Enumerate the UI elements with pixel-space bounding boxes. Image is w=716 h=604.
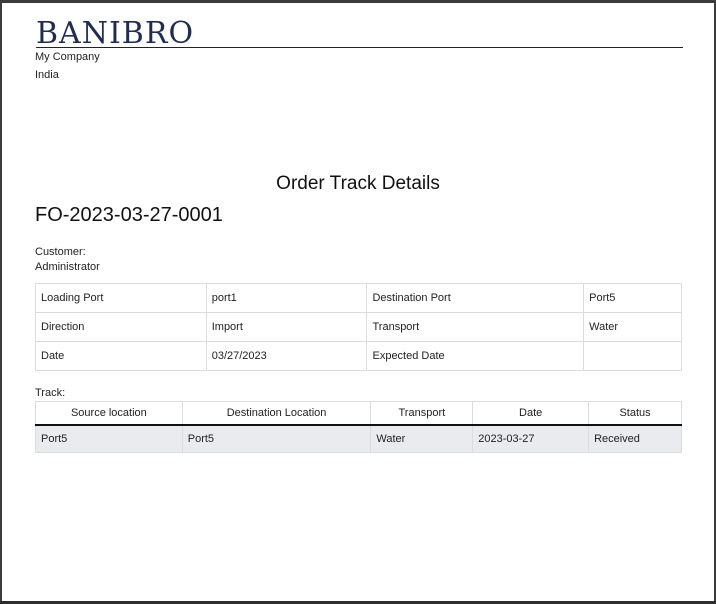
info-value: port1 <box>205 283 368 313</box>
column-header: Transport <box>370 401 474 426</box>
header-divider <box>36 47 683 48</box>
company-country: India <box>35 69 59 81</box>
info-label: Transport <box>366 312 585 342</box>
track-label: Track: <box>35 387 66 399</box>
customer-name: Administrator <box>35 261 100 273</box>
report-page: BANIBRO My Company India Order Track Det… <box>2 3 714 601</box>
transport-cell: Water <box>370 424 474 453</box>
company-logo: BANIBRO <box>36 16 195 51</box>
info-label: Expected Date <box>366 341 585 371</box>
page-title: Order Track Details <box>276 173 440 194</box>
info-value: Port5 <box>583 283 682 313</box>
track-table: Source location Destination Location Tra… <box>35 401 682 453</box>
column-header: Source location <box>35 401 183 426</box>
customer-label: Customer: <box>35 246 86 258</box>
window-edge <box>0 0 2 604</box>
table-header-row: Source location Destination Location Tra… <box>35 401 682 426</box>
order-number: FO-2023-03-27-0001 <box>35 204 223 226</box>
table-row: Port5 Port5 Water 2023-03-27 Received <box>35 424 682 453</box>
destination-location-cell: Port5 <box>181 424 372 453</box>
info-label: Date <box>35 341 207 371</box>
info-value <box>583 341 682 371</box>
table-row: Direction Import Transport Water <box>35 312 682 342</box>
column-header: Status <box>588 401 682 426</box>
table-row: Date 03/27/2023 Expected Date <box>35 341 682 371</box>
column-header: Date <box>472 401 590 426</box>
table-row: Loading Port port1 Destination Port Port… <box>35 283 682 313</box>
source-location-cell: Port5 <box>35 424 183 453</box>
date-cell: 2023-03-27 <box>472 424 590 453</box>
status-cell: Received <box>588 424 682 453</box>
company-name: My Company <box>35 51 100 63</box>
info-label: Destination Port <box>366 283 585 313</box>
order-info-table: Loading Port port1 Destination Port Port… <box>35 283 682 371</box>
info-value: Water <box>583 312 682 342</box>
column-header: Destination Location <box>181 401 372 426</box>
info-value: 03/27/2023 <box>205 341 368 371</box>
info-label: Direction <box>35 312 207 342</box>
info-value: Import <box>205 312 368 342</box>
info-label: Loading Port <box>35 283 207 313</box>
